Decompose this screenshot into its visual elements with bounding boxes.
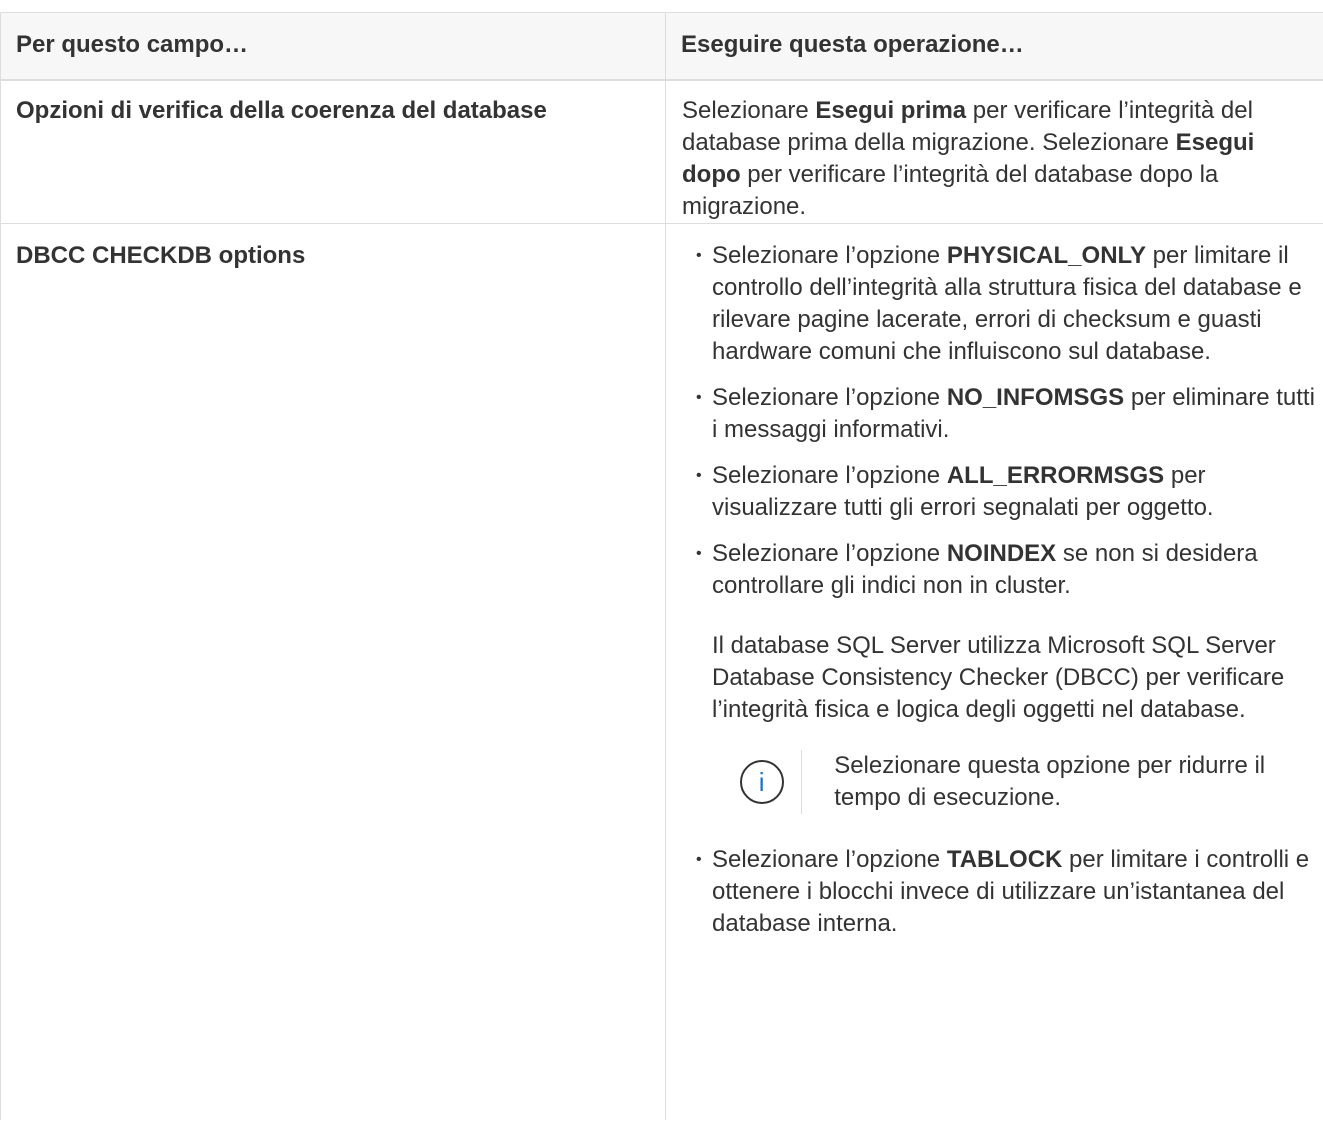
admonition-note: i Selezionare questa opzione per ridurre… <box>722 750 1317 814</box>
item-option: NOINDEX <box>946 540 1057 567</box>
info-icon: i <box>739 760 784 804</box>
item-option: ALL_ERRORMSGS <box>946 462 1165 489</box>
item-text: Selezionare l’opzione ALL_ERRORMSGS per … <box>712 460 1317 524</box>
note-icon-container: i <box>722 750 803 814</box>
bullet-icon: • <box>696 389 702 406</box>
item-pre: Selezionare l’opzione <box>712 242 947 269</box>
item-pre: Selezionare l’opzione <box>712 846 947 873</box>
item-option: TABLOCK <box>946 846 1063 873</box>
item-pre: Selezionare l’opzione <box>712 462 947 489</box>
table-header-row: Per questo campo… Eseguire questa operaz… <box>0 12 1323 81</box>
item-option: NO_INFOMSGS <box>946 384 1125 411</box>
list-item: • Selezionare l’opzione NO_INFOMSGS per … <box>696 382 1317 446</box>
desc-bold: Esegui prima <box>815 97 967 124</box>
options-list: • Selezionare l’opzione PHYSICAL_ONLY pe… <box>682 240 1317 940</box>
options-table: Per questo campo… Eseguire questa operaz… <box>0 12 1323 1120</box>
header-action: Eseguire questa operazione… <box>665 12 1323 81</box>
list-item: • Selezionare l’opzione TABLOCK per limi… <box>696 844 1317 940</box>
note-text: Selezionare questa opzione per ridurre i… <box>834 752 1266 811</box>
list-item: • Selezionare l’opzione ALL_ERRORMSGS pe… <box>696 460 1317 524</box>
bullet-icon: • <box>696 467 702 484</box>
bullet-icon: • <box>696 247 702 264</box>
desc-text: Selezionare <box>682 97 816 124</box>
item-pre: Selezionare l’opzione <box>712 384 947 411</box>
list-item: • Selezionare l’opzione NOINDEX se non s… <box>696 538 1317 814</box>
item-text: Selezionare l’opzione NO_INFOMSGS per el… <box>712 382 1317 446</box>
table-row: Opzioni di verifica della coerenza del d… <box>0 80 1323 224</box>
row-description: Selezionare Esegui prima per verificare … <box>665 80 1323 224</box>
bullet-icon: • <box>696 851 702 868</box>
desc-text: per verificare l’integrità del database … <box>682 161 1219 220</box>
item-pre: Selezionare l’opzione <box>712 540 947 567</box>
item-text: Selezionare l’opzione PHYSICAL_ONLY per … <box>712 240 1317 368</box>
row-label: DBCC CHECKDB options <box>0 223 666 1120</box>
item-text: Selezionare l’opzione TABLOCK per limita… <box>712 844 1317 940</box>
header-field: Per questo campo… <box>0 12 666 81</box>
item-option: PHYSICAL_ONLY <box>946 242 1146 269</box>
item-extra-text: Il database SQL Server utilizza Microsof… <box>712 632 1285 723</box>
bullet-icon: • <box>696 545 702 562</box>
row-description: • Selezionare l’opzione PHYSICAL_ONLY pe… <box>665 223 1323 1120</box>
list-item: • Selezionare l’opzione PHYSICAL_ONLY pe… <box>696 240 1317 368</box>
table-row: DBCC CHECKDB options • Selezionare l’opz… <box>0 223 1323 1120</box>
item-text: Selezionare l’opzione NOINDEX se non si … <box>712 538 1317 602</box>
row-label: Opzioni di verifica della coerenza del d… <box>0 80 666 224</box>
